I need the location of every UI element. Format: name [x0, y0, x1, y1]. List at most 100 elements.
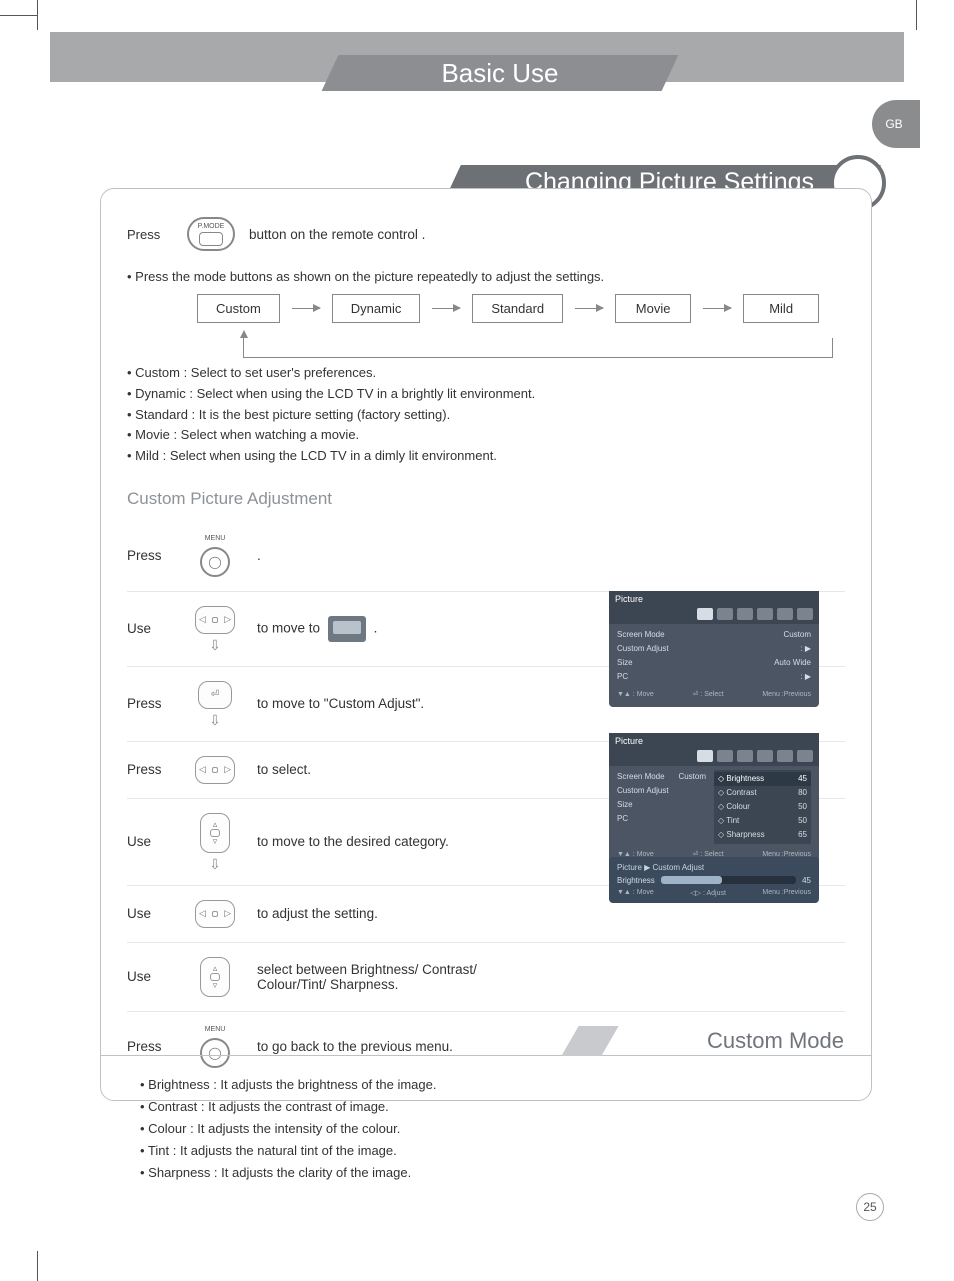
- osd-panel-2: Picture Screen ModeCustom Custom Adjust …: [609, 733, 819, 867]
- osd-sub-value: 80: [798, 787, 807, 799]
- intro-row: Press P.MODE button on the remote contro…: [127, 217, 845, 251]
- mode-descriptions: • Custom : Select to set user's preferen…: [127, 363, 845, 467]
- down-arrow-icon: ⇩: [209, 638, 221, 652]
- step-verb: Press: [127, 762, 173, 777]
- osd-value: : ▶: [800, 671, 811, 683]
- mode-custom: Custom: [197, 294, 280, 323]
- press-label: Press: [127, 227, 173, 242]
- bottom-list-item: • Brightness : It adjusts the brightness…: [140, 1074, 854, 1096]
- mode-flow: Custom Dynamic Standard Movie Mild: [197, 294, 845, 323]
- bottom-list-item: • Colour : It adjusts the intensity of t…: [140, 1118, 854, 1140]
- crop-mark: [0, 15, 37, 16]
- nav-left-right-icon: [195, 606, 235, 634]
- osd-slider-bar-icon: [661, 876, 796, 884]
- header-tab-title: Basic Use: [350, 58, 650, 89]
- osd-sub-label: ◇ Contrast: [718, 787, 757, 799]
- nav-left-right-icon: [195, 756, 235, 784]
- osd-sub-value: 65: [798, 829, 807, 841]
- osd-panel-1: Picture Screen ModeCustom Custom Adjust:…: [609, 591, 819, 707]
- step-text-post: .: [374, 621, 378, 636]
- osd-label: Custom Adjust: [617, 785, 669, 797]
- osd-foot: ◁▷ : Adjust: [690, 889, 726, 897]
- osd-foot: ⏎ : Select: [693, 690, 724, 701]
- osd-label: PC: [617, 813, 628, 825]
- step-text: to adjust the setting.: [257, 906, 378, 921]
- mode-note: • Press the mode buttons as shown on the…: [127, 269, 845, 284]
- intro-suffix: button on the remote control .: [249, 227, 425, 242]
- step-text: select between Brightness/ Contrast/ Col…: [257, 962, 517, 992]
- crop-mark: [37, 1251, 38, 1281]
- arrow-right-icon: [703, 308, 731, 309]
- step-verb: Use: [127, 621, 173, 636]
- osd-foot: ▼▲ : Move: [617, 690, 654, 701]
- osd-foot: Menu :Previous: [762, 690, 811, 701]
- osd-value: : ▶: [800, 643, 811, 655]
- bottom-list-item: • Contrast : It adjusts the contrast of …: [140, 1096, 854, 1118]
- button-rect-icon: [199, 232, 223, 246]
- osd-label: Size: [617, 657, 633, 669]
- step-row: Use select between Brightness/ Contrast/…: [127, 942, 845, 1011]
- osd-sub-label: ◇ Tint: [718, 815, 739, 827]
- osd-value: Auto Wide: [774, 657, 811, 669]
- step-text: to move to .: [257, 616, 377, 642]
- mode-movie: Movie: [615, 294, 691, 323]
- arrow-right-icon: [575, 308, 603, 309]
- bottom-title: Custom Mode: [707, 1028, 844, 1054]
- steps-area: Press MENU ◯ . Use ⇩ to move to . Press: [127, 521, 845, 1082]
- desc-line: • Standard : It is the best picture sett…: [127, 405, 845, 426]
- step-verb: Press: [127, 696, 173, 711]
- step-verb: Use: [127, 906, 173, 921]
- down-arrow-icon: ⇩: [209, 713, 221, 727]
- osd-bar-label: Brightness: [617, 876, 655, 885]
- crop-mark: [916, 0, 917, 30]
- osd-sub-value: 45: [798, 773, 807, 785]
- crop-mark: [37, 0, 38, 30]
- step-text: .: [257, 548, 261, 563]
- osd-foot: ▼▲ : Move: [617, 889, 654, 897]
- osd-sub-label: ◇ Colour: [718, 801, 750, 813]
- pmode-button-icon: P.MODE: [187, 217, 235, 251]
- nav-up-down-icon: [200, 813, 230, 853]
- osd-breadcrumb: Picture ▶ Custom Adjust: [617, 863, 811, 872]
- osd-bar-value: 45: [802, 876, 811, 885]
- arrow-right-icon: [292, 308, 320, 309]
- osd-sub-value: 50: [798, 801, 807, 813]
- osd-title: Picture: [615, 736, 643, 746]
- osd-value: Custom: [678, 771, 706, 783]
- pmode-label: P.MODE: [198, 223, 225, 230]
- sub-heading: Custom Picture Adjustment: [127, 489, 845, 509]
- mode-mild: Mild: [743, 294, 819, 323]
- tv-thumbnail-icon: [328, 616, 366, 642]
- osd-label: Size: [617, 799, 633, 811]
- mode-standard: Standard: [472, 294, 563, 323]
- osd-label: Screen Mode: [617, 629, 665, 641]
- bottom-list-item: • Tint : It adjusts the natural tint of …: [140, 1140, 854, 1162]
- step-row: Press MENU ◯ .: [127, 521, 845, 591]
- arrow-right-icon: [432, 308, 460, 309]
- step-verb: Press: [127, 548, 173, 563]
- mode-dynamic: Dynamic: [332, 294, 421, 323]
- desc-line: • Mild : Select when using the LCD TV in…: [127, 446, 845, 467]
- menu-label: MENU: [205, 535, 226, 542]
- bottom-list-item: • Sharpness : It adjusts the clarity of …: [140, 1162, 854, 1184]
- osd-foot: Menu :Previous: [762, 889, 811, 897]
- desc-line: • Custom : Select to set user's preferen…: [127, 363, 845, 384]
- loop-line-icon: [243, 338, 833, 358]
- step-text: to select.: [257, 762, 311, 777]
- page-number: 25: [856, 1193, 884, 1221]
- enter-button-icon: ⏎: [198, 681, 232, 709]
- step-text-pre: to move to: [257, 621, 320, 636]
- osd-sub-label: ◇ Sharpness: [718, 829, 765, 841]
- step-verb: Use: [127, 969, 173, 984]
- osd-label: Screen Mode: [617, 771, 665, 783]
- menu-button-icon: ◯: [200, 547, 230, 577]
- down-arrow-icon: ⇩: [209, 857, 221, 871]
- nav-up-down-icon: [200, 957, 230, 997]
- osd-value: Custom: [783, 629, 811, 641]
- step-text: to move to the desired category.: [257, 834, 449, 849]
- osd-sub-label: ◇ Brightness: [718, 773, 764, 785]
- osd-panel-3: Picture ▶ Custom Adjust Brightness 45 ▼▲…: [609, 857, 819, 903]
- bottom-list: • Brightness : It adjusts the brightness…: [140, 1074, 854, 1184]
- step-text: to move to "Custom Adjust".: [257, 696, 424, 711]
- osd-title: Picture: [615, 594, 643, 604]
